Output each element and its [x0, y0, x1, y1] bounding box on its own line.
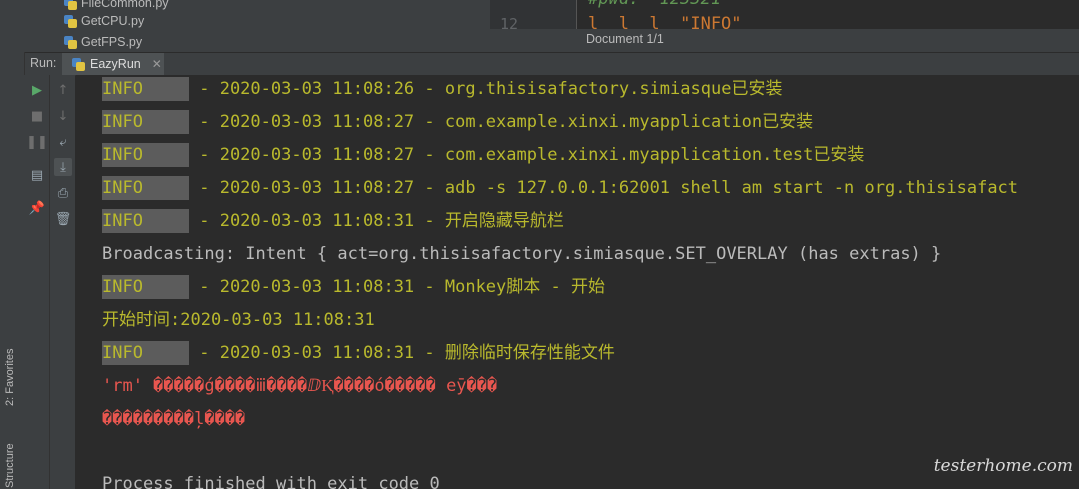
start-time-line: 开始时间:2020-03-03 11:08:31 [102, 310, 375, 330]
tree-item-label: FileCommon.py [81, 0, 169, 10]
run-toolbar-secondary: ↑ ↓ ⤶ ⤓ ⎙ 🗑 [50, 75, 75, 489]
favorites-tab[interactable]: 2: Favorites [4, 349, 16, 406]
run-tab-eazyrun[interactable]: EazyRun ✕ [62, 53, 164, 75]
tree-item-label: GetCPU.py [81, 14, 145, 28]
pause-icon[interactable]: ❚❚ [26, 133, 48, 151]
run-tab-label: EazyRun [90, 57, 141, 71]
rerun-icon[interactable]: ▶ [28, 81, 46, 99]
soft-wrap-icon[interactable]: ⤶ [54, 133, 72, 151]
log-level: INFO [102, 275, 189, 299]
structure-tab[interactable]: Structure [4, 443, 16, 488]
layout-icon[interactable]: ▤ [28, 166, 46, 184]
console-output[interactable]: INFO - 2020-03-03 11:08:26 - org.thisisa… [76, 75, 1079, 489]
process-finished-line: Process finished with exit code 0 [102, 474, 440, 489]
editor-status-bar: Document 1/1 [490, 29, 1079, 52]
document-counter: Document 1/1 [586, 32, 664, 46]
tree-item-getcpu[interactable]: GetCPU.py [64, 11, 144, 31]
project-tree: FileCommon.py GetCPU.py GetFPS.py [24, 0, 490, 52]
log-level: INFO [102, 209, 189, 233]
broadcast-line: Broadcasting: Intent { act=org.thisisafa… [102, 244, 942, 264]
error-line: 'rm' �����ǵ����ⅲ����ⅅⱩ����ó����� eȳ��� [102, 376, 498, 396]
log-line: INFO - 2020-03-03 11:08:31 - 删除临时保存性能文件 [102, 341, 615, 365]
log-message: - 2020-03-03 11:08:31 - 开启隐藏导航栏 [189, 211, 564, 231]
python-file-icon [64, 14, 77, 28]
arrow-up-icon[interactable]: ↑ [54, 81, 72, 99]
log-message: - 2020-03-03 11:08:26 - org.thisisafacto… [189, 79, 783, 99]
tree-item-label: GetFPS.py [81, 35, 143, 49]
top-area: FileCommon.py GetCPU.py GetFPS.py 12 #pw… [0, 0, 1079, 52]
run-label: Run: [30, 56, 57, 70]
log-line: INFO - 2020-03-03 11:08:31 - 开启隐藏导航栏 [102, 209, 564, 233]
log-line: INFO - 2020-03-03 11:08:31 - Monkey脚本 - … [102, 275, 605, 299]
log-level: INFO [102, 341, 189, 365]
log-line: INFO - 2020-03-03 11:08:26 - org.thisisa… [102, 77, 782, 101]
log-line: INFO - 2020-03-03 11:08:27 - com.example… [102, 110, 813, 134]
python-run-icon [72, 57, 85, 71]
run-toolbar-primary: ▶ ■ ❚❚ ▤ 📌 [24, 75, 50, 489]
pin-icon[interactable]: 📌 [28, 199, 46, 217]
error-line: ���������ļ���� [102, 409, 246, 429]
scroll-to-end-icon[interactable]: ⤓ [54, 158, 72, 176]
log-message: - 2020-03-03 11:08:31 - 删除临时保存性能文件 [189, 343, 615, 363]
code-comment-line: #pwd: '123321' [588, 0, 731, 9]
run-panel-header: Run: EazyRun ✕ [24, 52, 1079, 76]
tree-item-getfps[interactable]: GetFPS.py [64, 32, 142, 52]
watermark: testerhome.com [933, 456, 1073, 476]
close-icon[interactable]: ✕ [152, 57, 162, 71]
line-gutter: 12 [490, 0, 577, 29]
arrow-down-icon[interactable]: ↓ [54, 107, 72, 125]
log-message: - 2020-03-03 11:08:31 - Monkey脚本 - 开始 [189, 277, 605, 297]
left-tool-strip: 2: Favorites Structure [0, 52, 25, 489]
python-file-icon [64, 0, 77, 10]
log-level: INFO [102, 77, 189, 101]
print-icon[interactable]: ⎙ [54, 184, 72, 202]
log-line: INFO - 2020-03-03 11:08:27 - com.example… [102, 143, 864, 167]
code-line: l l l "INFO" [588, 14, 742, 29]
log-message: - 2020-03-03 11:08:27 - com.example.xinx… [189, 112, 814, 132]
log-message: - 2020-03-03 11:08:27 - com.example.xinx… [189, 145, 865, 165]
log-level: INFO [102, 176, 189, 200]
trash-icon[interactable]: 🗑 [54, 210, 72, 228]
log-level: INFO [102, 143, 189, 167]
python-file-icon [64, 35, 77, 49]
log-level: INFO [102, 110, 189, 134]
code-editor[interactable]: 12 #pwd: '123321' l l l "INFO" [490, 0, 1079, 29]
project-strip [0, 0, 25, 52]
stop-icon[interactable]: ■ [28, 107, 46, 125]
line-number: 12 [499, 15, 518, 29]
log-line: INFO - 2020-03-03 11:08:27 - adb -s 127.… [102, 176, 1018, 200]
log-message: - 2020-03-03 11:08:27 - adb -s 127.0.0.1… [189, 178, 1019, 198]
